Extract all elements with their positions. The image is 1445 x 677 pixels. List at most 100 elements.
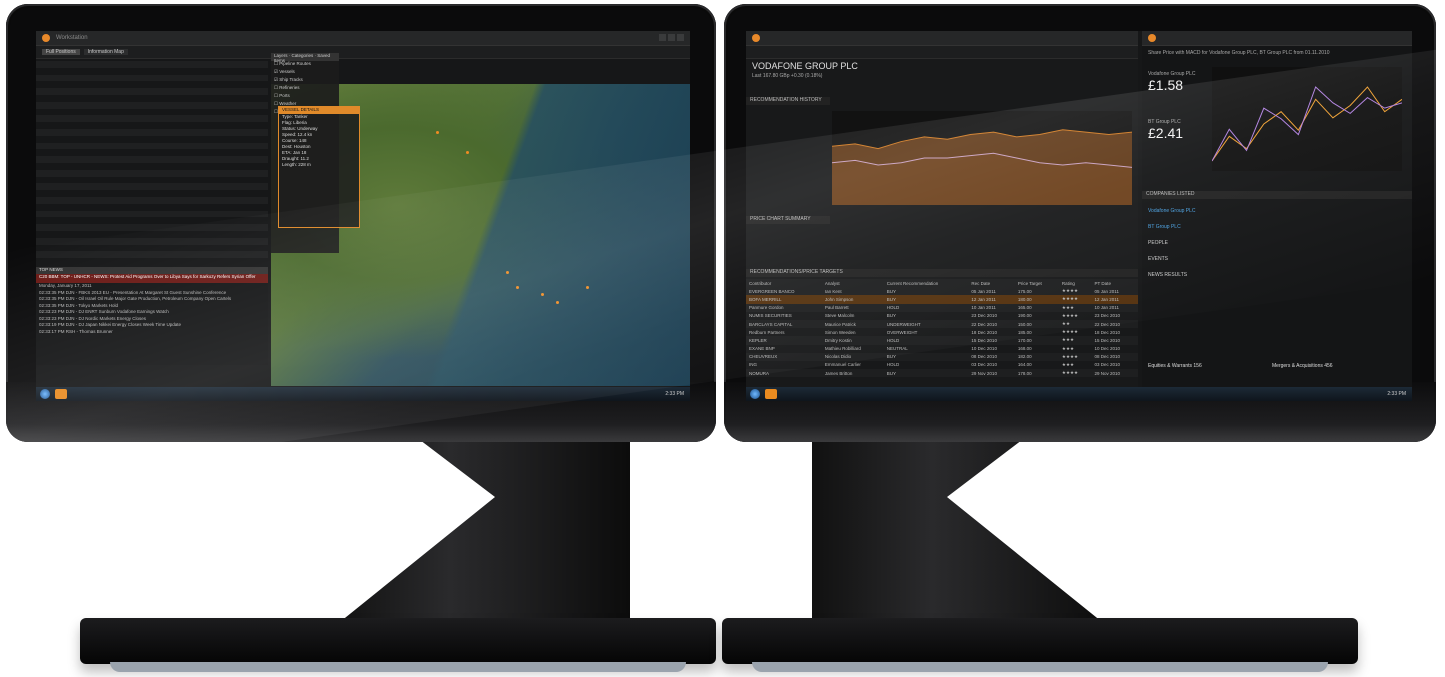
table-row[interactable]: Panmure Gordon Paul Barrett HOLD 10 Jan 201… <box>746 303 1138 312</box>
table-row[interactable]: EVERGREEN BANCO Ian Kent BUY 05 Jan 2011 175… <box>746 287 1138 296</box>
table-row[interactable] <box>36 163 268 170</box>
table-row[interactable]: KEPLER Dmitry Kostin HOLD 15 Dec 2010 170.00… <box>746 336 1138 345</box>
column-header[interactable]: Rating <box>1058 279 1092 288</box>
vessel-marker[interactable] <box>506 271 509 274</box>
table-cell <box>36 231 97 238</box>
table-row[interactable] <box>36 88 268 95</box>
table-row[interactable] <box>36 204 268 211</box>
vessel-marker[interactable] <box>541 293 544 296</box>
column-header[interactable]: PT Date <box>1091 279 1138 288</box>
table-cell <box>140 109 183 116</box>
related-item[interactable]: NEWS RESULTS <box>1148 267 1196 283</box>
vessel-popup[interactable]: VESSEL DETAILS Type: Tanker Flag: Liberi… <box>278 106 360 228</box>
column-header[interactable]: Analyst <box>821 279 884 288</box>
news-item[interactable]: 02:33:17 PM RSH - Thomas Brunner <box>36 329 268 336</box>
table-row[interactable]: ING Emmanuel Carlier HOLD 03 Dec 2010 164.00… <box>746 361 1138 369</box>
table-row[interactable] <box>36 95 268 102</box>
table-row[interactable] <box>36 183 268 191</box>
vessel-marker[interactable] <box>556 301 559 304</box>
table-row[interactable] <box>36 210 268 218</box>
table-row[interactable] <box>36 109 268 116</box>
table-cell <box>97 251 140 259</box>
table-cell <box>36 183 98 191</box>
recommendations-table: Contributor Analyst Current Recommendation… <box>746 279 1138 378</box>
table-cell <box>97 183 140 191</box>
table-row[interactable] <box>36 142 268 150</box>
table-row[interactable] <box>36 177 268 184</box>
table-row[interactable] <box>36 122 268 129</box>
table-cell <box>97 163 140 170</box>
table-row[interactable]: NOMURA James Britton BUY 29 Nov 2010 178.00 ★… <box>746 369 1138 378</box>
table-row[interactable] <box>36 74 268 82</box>
table-row[interactable] <box>36 169 268 177</box>
window-controls <box>657 33 684 43</box>
column-header[interactable]: Rec Date <box>968 279 1015 288</box>
table-row[interactable] <box>36 156 268 163</box>
close-icon[interactable] <box>677 33 684 41</box>
table-row[interactable] <box>36 81 268 88</box>
table-cell: HOLD <box>883 336 969 345</box>
layer-item[interactable]: ☐ Refineries <box>271 85 339 93</box>
table-row[interactable]: BARCLAYS CAPITAL Maurice Patrick UNDERWEIG… <box>746 319 1138 329</box>
table-row[interactable] <box>36 237 268 245</box>
column-header[interactable]: Contributor <box>746 279 822 288</box>
table-row[interactable]: CHEUVREUX Nicolas Didio BUY 08 Dec 2010 182.… <box>746 352 1138 361</box>
table-cell <box>97 258 140 265</box>
table-row[interactable] <box>36 217 268 224</box>
layer-item[interactable]: ☐ Pipeline Routes <box>271 61 339 69</box>
table-row[interactable] <box>36 245 268 252</box>
tab-categories[interactable]: Categories <box>292 53 314 58</box>
table-cell <box>183 245 226 252</box>
table-cell: Emmanuel Carlier <box>824 362 861 368</box>
layer-item[interactable]: ☐ Ports <box>271 93 339 101</box>
table-cell <box>225 95 268 102</box>
table-row[interactable] <box>36 115 268 123</box>
related-item[interactable]: BT Group PLC <box>1148 219 1196 235</box>
vessel-marker[interactable] <box>586 286 589 289</box>
table-row[interactable]: Redburn Partners Simon Weeden OVERWEIGHT 18… <box>746 328 1138 336</box>
table-row[interactable] <box>36 128 268 136</box>
table-row[interactable] <box>36 61 268 68</box>
table-row[interactable] <box>36 149 268 156</box>
table-cell: 182.00 <box>1014 352 1059 361</box>
table-cell <box>97 169 140 177</box>
right-monitor-base <box>722 618 1358 672</box>
table-row[interactable] <box>36 101 268 109</box>
table-row[interactable]: NUMIS SECURITIES Steve Malcolm BUY 23 Dec 2… <box>746 312 1138 320</box>
app-logo-icon <box>752 34 760 42</box>
table-row[interactable] <box>36 68 268 75</box>
table-row[interactable] <box>36 258 268 265</box>
related-item[interactable]: Vodafone Group PLC <box>1148 203 1196 219</box>
taskbar-app-icon[interactable] <box>55 389 67 399</box>
related-item[interactable]: EVENTS <box>1148 251 1196 267</box>
table-row[interactable]: BOFA MERRILL John Simpson BUY 12 Jan 2011 18… <box>746 295 1138 304</box>
panel-title-tab[interactable]: Full Positions <box>42 49 80 55</box>
related-title: COMPANIES LISTED <box>1142 191 1412 199</box>
table-cell <box>36 95 97 102</box>
layer-item[interactable]: ☑ Vessels <box>271 69 339 77</box>
table-row[interactable] <box>36 136 268 143</box>
table-row[interactable] <box>36 190 268 197</box>
map-panel-tab[interactable]: Information Map <box>83 49 128 55</box>
vessel-marker[interactable] <box>466 151 469 154</box>
table-cell <box>140 204 183 211</box>
table-row[interactable] <box>36 251 268 259</box>
vessel-marker[interactable] <box>436 131 439 134</box>
start-button[interactable] <box>40 389 50 399</box>
table-row[interactable] <box>36 231 268 238</box>
column-header[interactable]: Current Recommendation <box>883 279 969 288</box>
minimize-icon[interactable] <box>659 33 666 41</box>
taskbar-app-icon[interactable] <box>765 389 777 399</box>
vessel-marker[interactable] <box>516 286 519 289</box>
news-highlight[interactable]: C20 BBM: TOP - UNHCR - NEWS: Protest Aid… <box>36 274 268 283</box>
table-cell <box>97 204 140 211</box>
table-row[interactable] <box>36 196 268 204</box>
maximize-icon[interactable] <box>668 33 675 41</box>
start-button[interactable] <box>750 389 760 399</box>
table-cell <box>36 258 97 265</box>
table-row[interactable]: EXANE BNP Mathieu Robilliard NEUTRAL 10 Dec… <box>746 345 1138 353</box>
related-item[interactable]: PEOPLE <box>1148 235 1196 251</box>
layer-item[interactable]: ☑ Ship Tracks <box>271 77 339 85</box>
column-header[interactable]: Price Target <box>1014 279 1059 288</box>
table-row[interactable] <box>36 224 268 231</box>
